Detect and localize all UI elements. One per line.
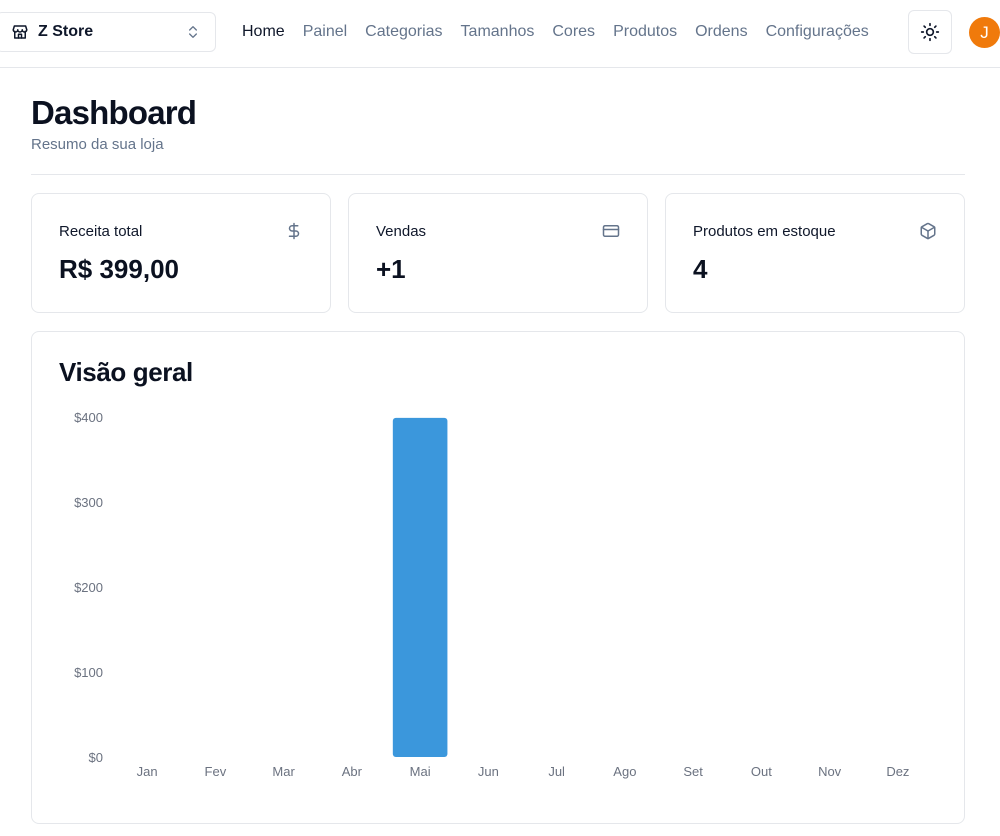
stat-label: Vendas [376,223,427,240]
y-tick-label: $200 [74,580,103,595]
nav-link-home[interactable]: Home [242,23,285,41]
bar-mai[interactable] [392,417,448,757]
nav-link-ordens[interactable]: Ordens [695,23,747,41]
stat-card-products-in-stock: Produtos em estoque 4 [665,193,965,313]
top-navigation-bar: Z Store Home Painel Categorias Tamanhos … [0,0,1000,68]
stat-value: +1 [376,254,406,284]
nav-link-produtos[interactable]: Produtos [613,23,677,41]
stat-value: 4 [693,254,708,284]
x-tick-label: Mai [410,764,431,779]
stat-value: R$ 399,00 [59,254,179,284]
store-icon [11,23,29,41]
overview-chart-card: Visão geral $0 $100 $200 $300 $400 Jan Fev Mar A… [31,331,965,824]
x-tick-label: Ago [613,764,636,779]
x-tick-label: Fev [205,764,227,779]
stat-card-total-revenue: Receita total R$ 399,00 [31,193,331,313]
y-tick-label: $0 [89,750,103,765]
stat-label: Receita total [59,223,143,240]
page-subtitle: Resumo da sua loja [31,136,164,153]
y-tick-label: $300 [74,495,103,510]
main-nav: Home Painel Categorias Tamanhos Cores Pr… [242,0,869,64]
stat-card-sales: Vendas +1 [348,193,648,313]
x-tick-label: Dez [886,764,909,779]
nav-link-configuracoes[interactable]: Configurações [766,23,869,41]
nav-link-cores[interactable]: Cores [552,23,595,41]
overview-bar-chart: $0 $100 $200 $300 $400 Jan Fev Mar Abr Mai Jun Jul A… [74,410,909,779]
store-switcher[interactable]: Z Store [0,12,216,52]
stat-label: Produtos em estoque [693,223,836,240]
x-tick-label: Out [751,764,772,779]
x-tick-label: Mar [272,764,295,779]
user-avatar[interactable]: J [969,17,1000,48]
theme-toggle-button[interactable] [908,10,952,54]
page-title: Dashboard [31,94,197,131]
x-tick-label: Jun [478,764,499,779]
package-icon [919,222,937,240]
y-tick-label: $400 [74,410,103,425]
credit-card-icon [602,222,620,240]
x-tick-label: Set [683,764,703,779]
x-tick-label: Nov [818,764,842,779]
chevrons-up-down-icon [185,24,201,40]
y-tick-label: $100 [74,665,103,680]
x-tick-label: Abr [342,764,363,779]
nav-link-painel[interactable]: Painel [303,23,347,41]
nav-link-categorias[interactable]: Categorias [365,23,442,41]
dollar-icon [285,222,303,240]
nav-link-tamanhos[interactable]: Tamanhos [461,23,535,41]
x-tick-label: Jul [548,764,565,779]
header-divider [31,174,965,175]
sun-icon [920,22,940,42]
x-tick-label: Jan [137,764,158,779]
store-name: Z Store [38,23,94,40]
